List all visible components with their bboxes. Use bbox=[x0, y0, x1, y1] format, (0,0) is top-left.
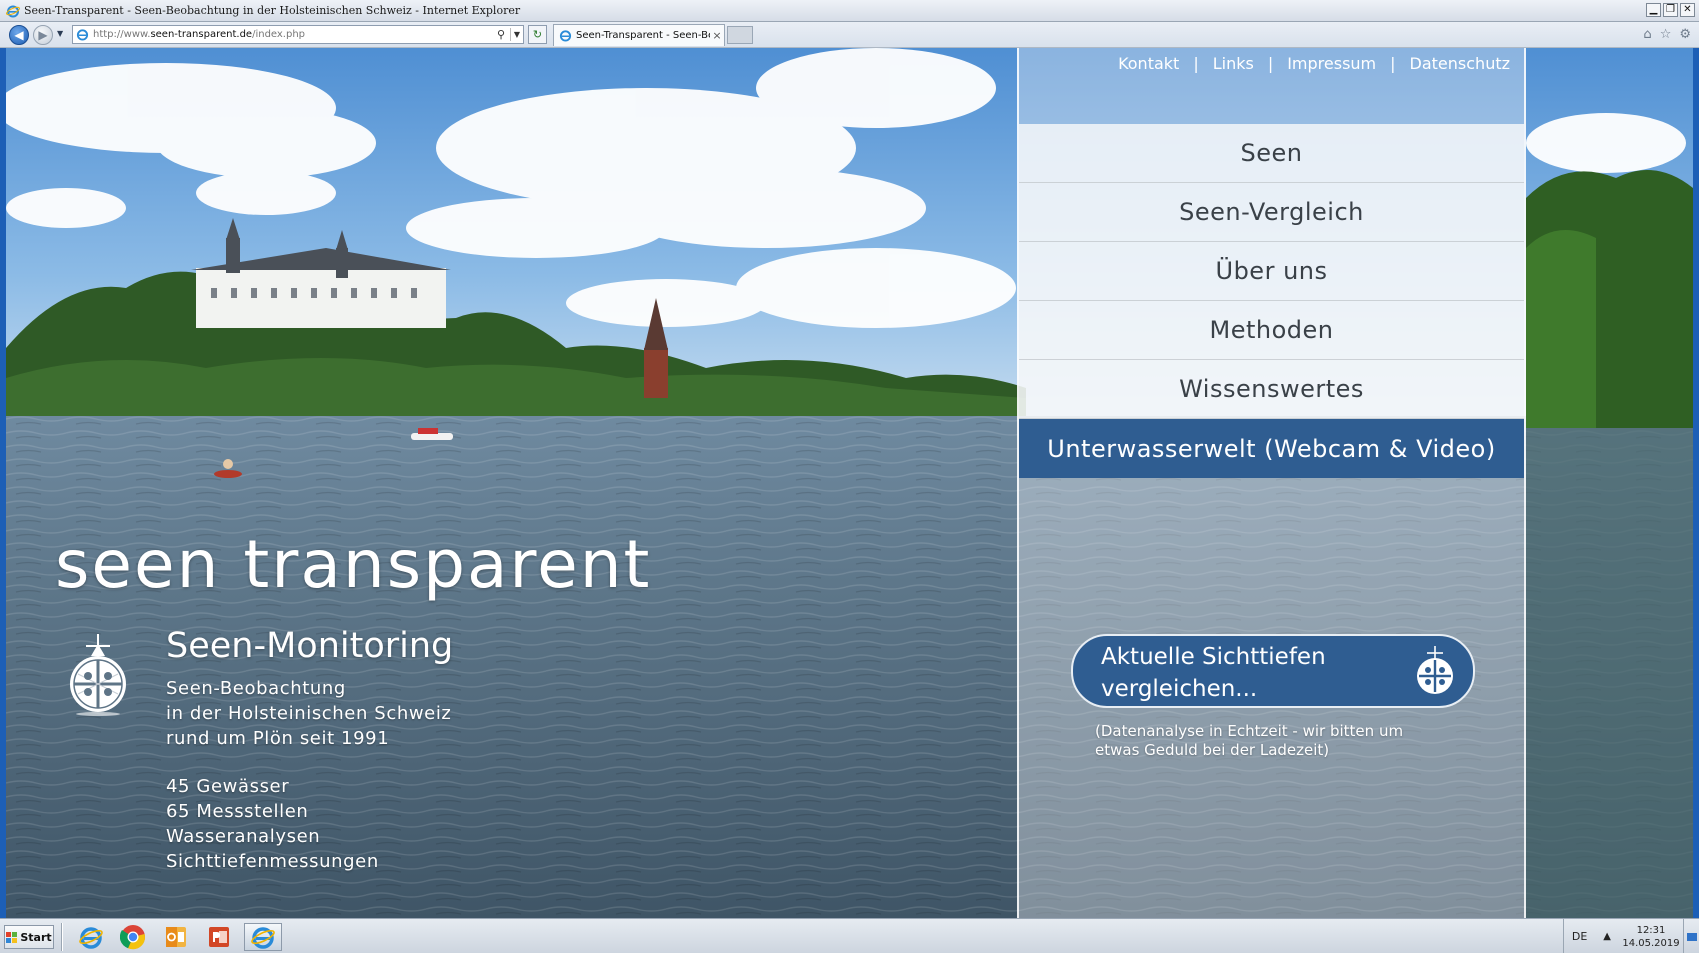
taskbar-internet-explorer[interactable] bbox=[72, 923, 110, 951]
arrow-left-icon: ◀ bbox=[14, 28, 24, 42]
seen-transparent-logo-icon bbox=[70, 634, 126, 716]
cta-note-line: (Datenanalyse in Echtzeit - wir bitten u… bbox=[1095, 722, 1404, 740]
window-title: Seen-Transparent - Seen-Beobachtung in d… bbox=[24, 4, 521, 17]
cta-note: (Datenanalyse in Echtzeit - wir bitten u… bbox=[1095, 722, 1403, 760]
gear-icon[interactable]: ⚙ bbox=[1679, 27, 1691, 42]
browser-toolbar: ◀ ▶ ▼ http://www.seen-transparent.de/ind… bbox=[0, 22, 1699, 48]
url-path: /index.php bbox=[252, 29, 306, 40]
menu-item-seen[interactable]: Seen bbox=[1019, 124, 1524, 183]
taskbar: Start DE ▲ 12:31 14.05.2019 bbox=[0, 918, 1699, 953]
history-dropdown-icon[interactable]: ▼ bbox=[57, 29, 63, 38]
stat-line: 45 Gewässer bbox=[166, 776, 290, 797]
tab-seen-transparent[interactable]: Seen-Transparent - Seen-Be... × bbox=[553, 24, 725, 46]
clock[interactable]: 12:31 14.05.2019 bbox=[1619, 924, 1683, 950]
monitoring-title: Seen-Monitoring bbox=[166, 626, 454, 666]
link-datenschutz[interactable]: Datenschutz bbox=[1410, 54, 1510, 73]
taskbar-outlook[interactable] bbox=[157, 923, 195, 951]
address-dropdown-icon[interactable]: ▼ bbox=[509, 28, 520, 41]
powerpoint-icon bbox=[209, 927, 229, 947]
back-button[interactable]: ◀ bbox=[9, 25, 29, 45]
window-titlebar: Seen-Transparent - Seen-Beobachtung in d… bbox=[0, 0, 1699, 22]
stat-line: Sichttiefenmessungen bbox=[166, 851, 379, 872]
refresh-icon: ↻ bbox=[532, 28, 543, 41]
taskbar-divider bbox=[61, 923, 63, 951]
seen-transparent-logo-icon bbox=[1417, 646, 1453, 694]
new-tab-button[interactable] bbox=[727, 26, 753, 44]
main-menu: Seen Seen-Vergleich Über uns Methoden Wi… bbox=[1019, 124, 1524, 478]
outlook-icon bbox=[166, 927, 186, 947]
search-icon[interactable]: ⚲ bbox=[497, 28, 505, 41]
compare-visibility-button[interactable]: Aktuelle Sichttiefen vergleichen... bbox=[1071, 634, 1475, 708]
link-separator: | bbox=[1193, 54, 1199, 73]
link-impressum[interactable]: Impressum bbox=[1287, 54, 1376, 73]
restore-button[interactable]: ❐ bbox=[1663, 3, 1678, 17]
close-window-button[interactable]: ✕ bbox=[1680, 3, 1695, 17]
refresh-button[interactable]: ↻ bbox=[528, 25, 547, 44]
navigation-panel: Kontakt | Links | Impressum | Datenschut… bbox=[1017, 48, 1526, 918]
tab-site-icon bbox=[559, 30, 572, 42]
language-indicator[interactable]: DE bbox=[1562, 919, 1595, 953]
menu-item-wissenswertes[interactable]: Wissenswertes bbox=[1019, 360, 1524, 419]
link-separator: | bbox=[1267, 54, 1274, 73]
site-brand-title: seen transparent bbox=[55, 526, 652, 603]
site-icon bbox=[76, 29, 89, 41]
link-separator: | bbox=[1390, 54, 1396, 73]
address-bar[interactable]: http://www.seen-transparent.de/index.php… bbox=[72, 25, 524, 44]
browser-tools: ⌂ ☆ ⚙ bbox=[1643, 27, 1691, 42]
monitoring-line: rund um Plön seit 1991 bbox=[166, 728, 390, 749]
tab-label: Seen-Transparent - Seen-Be... bbox=[576, 30, 710, 41]
link-links[interactable]: Links bbox=[1213, 54, 1254, 73]
url-prefix: http://www. bbox=[93, 29, 151, 40]
cta-note-line: etwas Geduld bei der Ladezeit) bbox=[1095, 741, 1330, 759]
top-links: Kontakt | Links | Impressum | Datenschut… bbox=[1118, 54, 1510, 73]
menu-item-ueber-uns[interactable]: Über uns bbox=[1019, 242, 1524, 301]
monitoring-line: Seen-Beobachtung bbox=[166, 678, 346, 699]
monitoring-stats: 45 Gewässer 65 Messstellen Wasseranalyse… bbox=[166, 774, 379, 874]
taskbar-internet-explorer-active[interactable] bbox=[244, 923, 282, 951]
arrow-right-icon: ▶ bbox=[38, 28, 48, 42]
menu-item-seen-vergleich[interactable]: Seen-Vergleich bbox=[1019, 183, 1524, 242]
system-tray: DE ▲ 12:31 14.05.2019 bbox=[1562, 919, 1699, 953]
show-hidden-icons-icon[interactable]: ▲ bbox=[1595, 931, 1619, 942]
web-page: seen transparent Seen-Monitoring Seen-Be… bbox=[0, 48, 1699, 918]
show-desktop-button[interactable] bbox=[1683, 919, 1699, 953]
start-label: Start bbox=[20, 930, 52, 944]
window-frame-right bbox=[1693, 48, 1699, 918]
clock-time: 12:31 bbox=[1636, 924, 1666, 936]
cta-line: vergleichen... bbox=[1101, 676, 1258, 702]
menu-item-methoden[interactable]: Methoden bbox=[1019, 301, 1524, 360]
window-controls: ▁ ❐ ✕ bbox=[1646, 3, 1695, 17]
internet-explorer-icon bbox=[251, 927, 275, 949]
clock-date: 14.05.2019 bbox=[1622, 937, 1680, 949]
internet-explorer-icon bbox=[6, 5, 20, 17]
url-text[interactable]: http://www.seen-transparent.de/index.php bbox=[93, 29, 305, 40]
taskbar-chrome[interactable] bbox=[114, 923, 152, 951]
desktop-icon bbox=[1686, 932, 1697, 941]
url-host: seen-transparent.de bbox=[150, 29, 253, 40]
taskbar-powerpoint[interactable] bbox=[200, 923, 238, 951]
windows-logo-icon bbox=[6, 931, 18, 943]
start-button[interactable]: Start bbox=[4, 925, 54, 949]
internet-explorer-icon bbox=[79, 927, 103, 949]
menu-item-unterwasserwelt[interactable]: Unterwasserwelt (Webcam & Video) bbox=[1019, 419, 1524, 478]
chrome-icon bbox=[120, 925, 145, 950]
stat-line: Wasseranalysen bbox=[166, 826, 321, 847]
link-kontakt[interactable]: Kontakt bbox=[1118, 54, 1179, 73]
favorites-star-icon[interactable]: ☆ bbox=[1660, 27, 1672, 42]
monitoring-line: in der Holsteinischen Schweiz bbox=[166, 703, 452, 724]
minimize-button[interactable]: ▁ bbox=[1646, 3, 1661, 17]
home-icon[interactable]: ⌂ bbox=[1643, 27, 1651, 42]
cta-line: Aktuelle Sichttiefen bbox=[1101, 644, 1326, 670]
tab-close-icon[interactable]: × bbox=[710, 29, 724, 42]
forward-button[interactable]: ▶ bbox=[33, 25, 53, 45]
monitoring-description: Seen-Beobachtung in der Holsteinischen S… bbox=[166, 676, 451, 751]
cta-text: Aktuelle Sichttiefen vergleichen... bbox=[1101, 641, 1401, 705]
stat-line: 65 Messstellen bbox=[166, 801, 309, 822]
